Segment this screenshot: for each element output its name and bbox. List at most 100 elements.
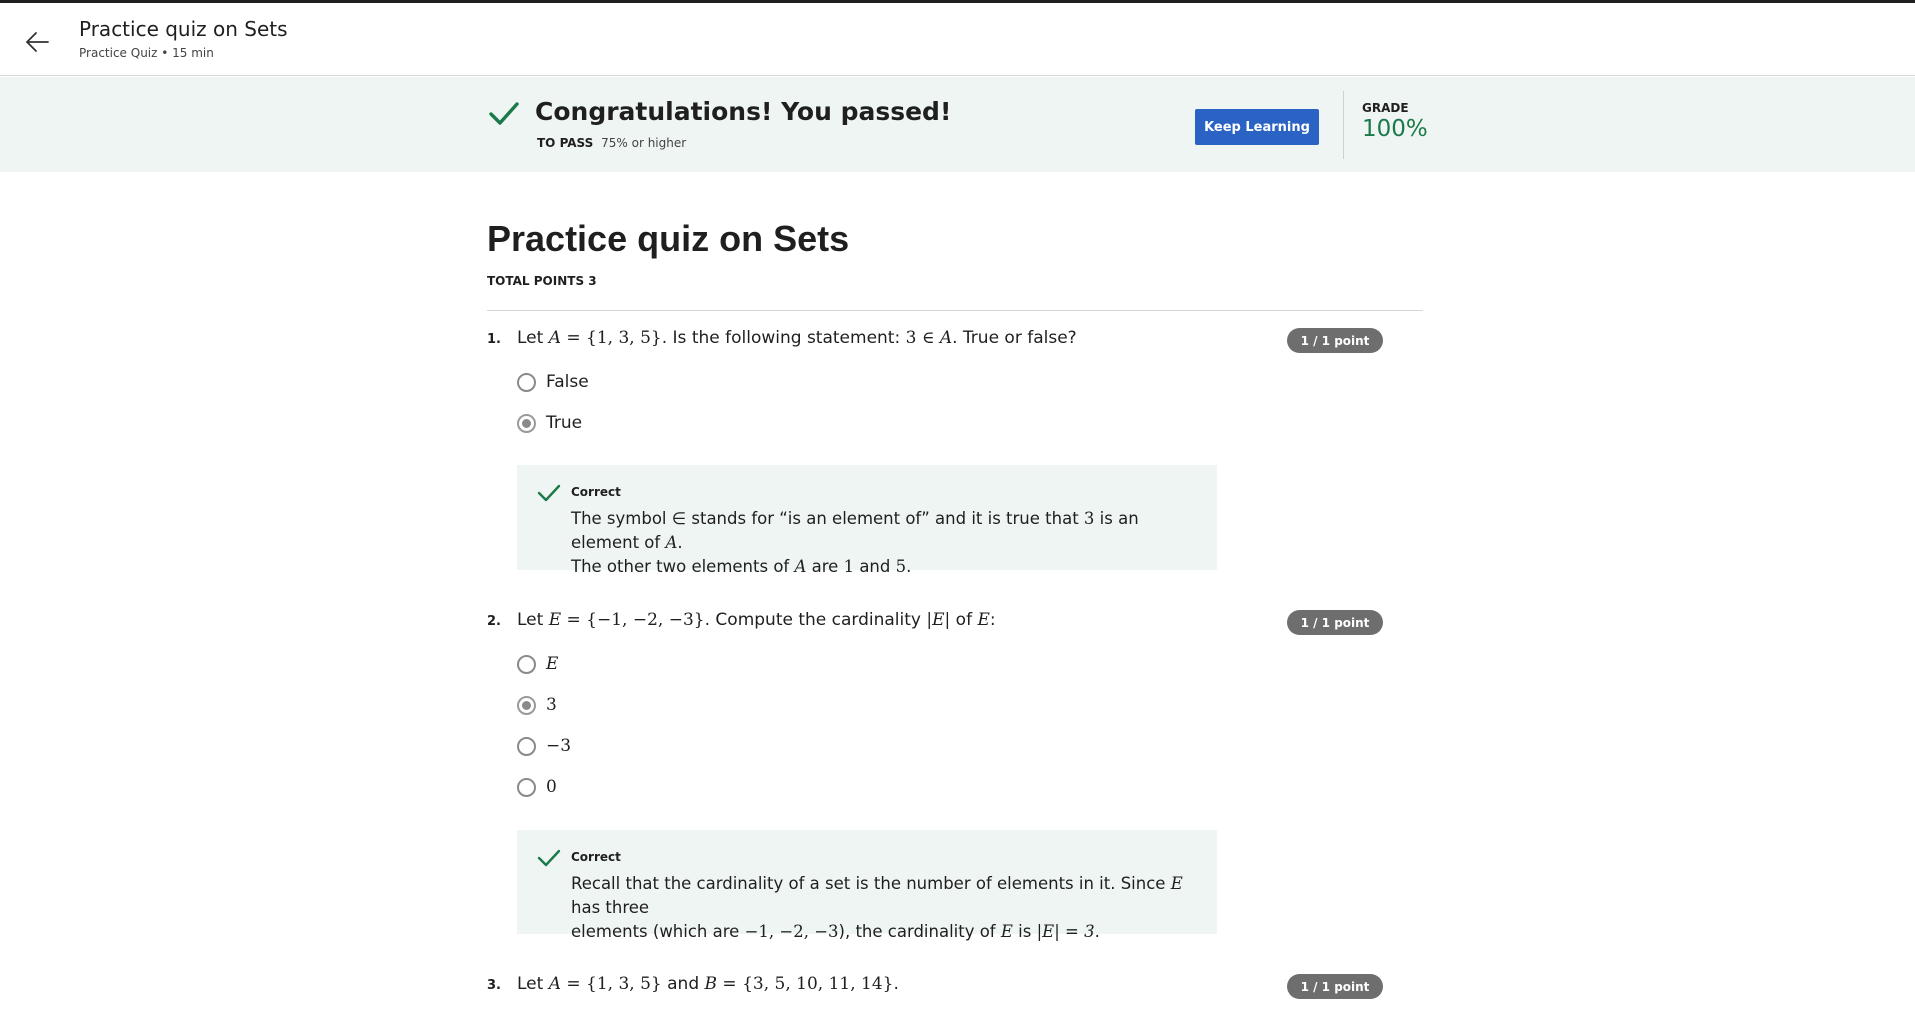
- math-expression: E: [1170, 874, 1183, 893]
- math-expression: = {1, 3, 5}: [560, 974, 662, 994]
- math-expression: = {−1, −2, −3}: [561, 610, 705, 630]
- math-expression: 3 ∈: [905, 328, 940, 348]
- divider: [487, 310, 1423, 311]
- radio-button[interactable]: [517, 654, 536, 674]
- header-title: Practice quiz on Sets: [79, 17, 288, 41]
- points-badge: 1 / 1 point: [1287, 328, 1383, 353]
- question-text: Let A = {1, 3, 5}. Is the following stat…: [517, 328, 1077, 348]
- question-text-part: . True or false?: [952, 328, 1077, 348]
- math-expression: A: [548, 974, 561, 994]
- question-text-part: of: [950, 610, 978, 630]
- feedback-text-part: are: [806, 557, 844, 576]
- feedback-text-part: elements (which are: [571, 922, 745, 941]
- radio-button[interactable]: [517, 736, 536, 756]
- check-icon: [537, 484, 561, 502]
- math-expression: −1, −2, −3: [744, 922, 839, 941]
- total-points: TOTAL POINTS 3: [487, 274, 597, 288]
- math-expression: |E|: [926, 610, 951, 630]
- option-e[interactable]: E: [517, 652, 558, 676]
- page-title: Practice quiz on Sets: [487, 218, 850, 259]
- option-minus-3[interactable]: −3: [517, 734, 571, 758]
- divider: [1343, 91, 1344, 159]
- feedback-box: Correct The symbol ∈ stands for “is an e…: [517, 465, 1217, 576]
- points-badge: 1 / 1 point: [1287, 610, 1383, 635]
- to-pass-label: TO PASS: [537, 136, 594, 150]
- math-expression: 5: [895, 557, 907, 576]
- check-icon: [489, 102, 519, 125]
- math-expression: E: [977, 610, 990, 630]
- feedback-text-part: .: [1094, 922, 1100, 941]
- question-text-part: Let: [517, 328, 549, 348]
- keep-learning-button[interactable]: Keep Learning: [1195, 109, 1319, 145]
- feedback-text-part: is: [1012, 922, 1037, 941]
- math-expression: 3: [1083, 509, 1095, 528]
- question-text-part: .: [893, 974, 899, 994]
- feedback-line: elements (which are −1, −2, −3), the car…: [571, 920, 1201, 944]
- feedback-line: The other two elements of A are 1 and 5.: [571, 555, 1201, 579]
- arrow-left-icon: [26, 32, 49, 52]
- radio-button[interactable]: [517, 372, 536, 392]
- radio-button-selected[interactable]: [517, 413, 536, 433]
- math-expression: A: [665, 533, 678, 552]
- option-label: False: [546, 372, 589, 392]
- math-expression: |E| = 3: [1036, 922, 1095, 941]
- feedback-text-part: Recall that the cardinality of a set is …: [571, 874, 1171, 893]
- feedback-text-part: .: [906, 557, 912, 576]
- grade-label: GRADE: [1362, 101, 1409, 115]
- option-label: −3: [546, 736, 572, 756]
- question-text-part: Let: [517, 610, 549, 630]
- option-label: E: [546, 654, 559, 674]
- option-3[interactable]: 3: [517, 693, 557, 717]
- feedback-text-part: .: [677, 533, 683, 552]
- math-expression: B: [704, 974, 718, 994]
- option-false[interactable]: False: [517, 370, 589, 394]
- page-header: Practice quiz on Sets Practice Quiz • 15…: [0, 3, 1915, 76]
- feedback-box: Correct Recall that the cardinality of a…: [517, 830, 1217, 941]
- feedback-line: The symbol ∈ stands for “is an element o…: [571, 507, 1201, 555]
- feedback-title: Correct: [571, 850, 621, 864]
- math-expression: = {3, 5, 10, 11, 14}: [717, 974, 894, 994]
- grade-value: 100%: [1362, 116, 1428, 142]
- question-number: 2.: [487, 614, 501, 629]
- question-number: 3.: [487, 978, 501, 993]
- feedback-text-part: has three: [571, 898, 650, 917]
- feedback-line: Recall that the cardinality of a set is …: [571, 872, 1201, 920]
- feedback-text: Recall that the cardinality of a set is …: [571, 872, 1201, 944]
- feedback-text-part: and: [854, 557, 896, 576]
- points-badge: 1 / 1 point: [1287, 974, 1383, 999]
- math-expression: A: [939, 328, 953, 348]
- radio-button-selected[interactable]: [517, 695, 536, 715]
- question-text: Let A = {1, 3, 5} and B = {3, 5, 10, 11,…: [517, 974, 899, 994]
- math-expression: E: [548, 610, 562, 630]
- question-text: Let E = {−1, −2, −3}. Compute the cardin…: [517, 610, 996, 630]
- option-label: 0: [546, 777, 557, 797]
- pass-requirement: TO PASS 75% or higher: [537, 136, 686, 150]
- feedback-text-part: The other two elements of: [571, 557, 795, 576]
- radio-button[interactable]: [517, 777, 536, 797]
- to-pass-value: 75% or higher: [601, 136, 687, 150]
- option-true[interactable]: True: [517, 411, 582, 435]
- feedback-text-part: The symbol ∈ stands for “is an element o…: [571, 509, 1084, 528]
- pass-title: Congratulations! You passed!: [535, 97, 952, 126]
- option-label: 3: [546, 695, 557, 715]
- question-text-part: . Is the following statement:: [661, 328, 906, 348]
- feedback-text-part: ), the cardinality of: [838, 922, 1001, 941]
- question-text-part: Let: [517, 974, 549, 994]
- pass-banner: Congratulations! You passed! TO PASS 75%…: [0, 77, 1915, 172]
- option-0[interactable]: 0: [517, 775, 557, 799]
- question-number: 1.: [487, 332, 501, 347]
- math-expression: E: [1000, 922, 1013, 941]
- header-subtitle: Practice Quiz • 15 min: [79, 46, 214, 60]
- check-icon: [537, 849, 561, 867]
- back-button[interactable]: [20, 25, 54, 59]
- question-text-part: . Compute the cardinality: [704, 610, 927, 630]
- feedback-title: Correct: [571, 485, 621, 499]
- feedback-text: The symbol ∈ stands for “is an element o…: [571, 507, 1201, 579]
- math-expression: 1: [843, 557, 855, 576]
- option-label: True: [546, 413, 583, 433]
- question-text-part: and: [661, 974, 705, 994]
- math-expression: A: [548, 328, 561, 348]
- math-expression: = {1, 3, 5}: [560, 328, 662, 348]
- math-expression: A: [794, 557, 807, 576]
- question-text-part: :: [989, 610, 996, 630]
